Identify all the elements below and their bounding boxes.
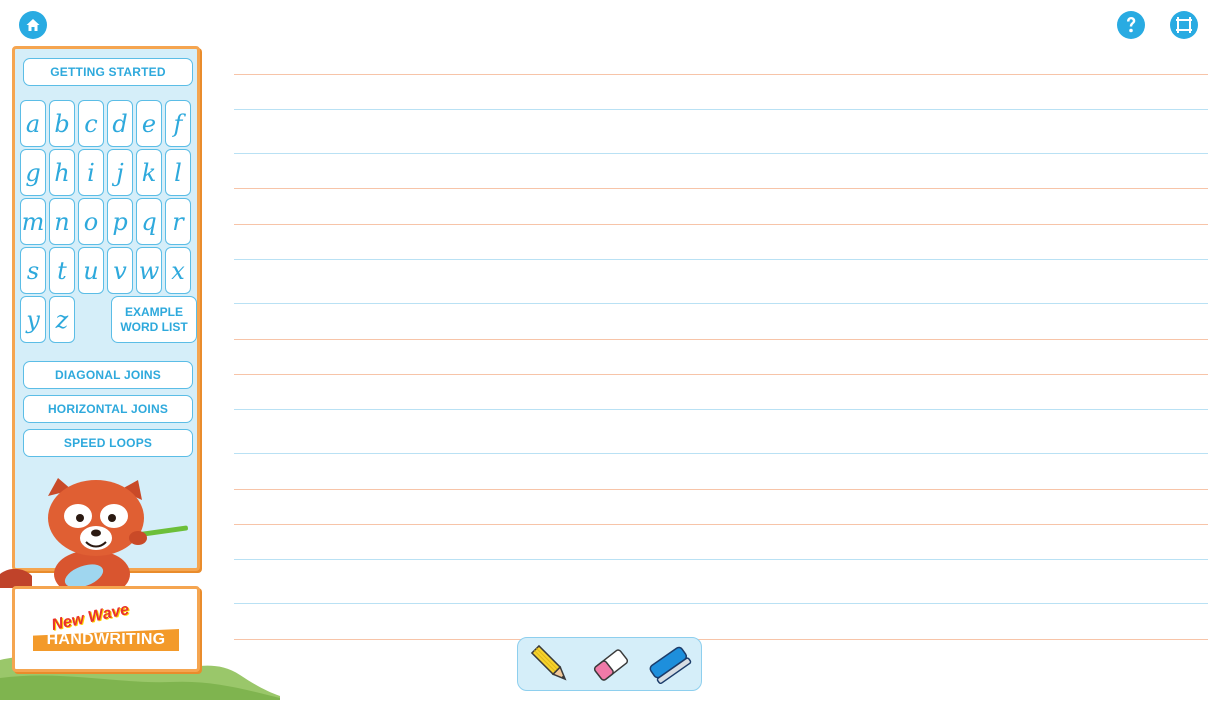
letter-o-button[interactable]: o [78, 198, 104, 245]
pencil-icon [530, 644, 567, 681]
logo-new-wave-text: New Wave [49, 600, 131, 635]
guide-line [234, 409, 1208, 410]
pencil-tool-button[interactable] [527, 641, 575, 689]
guide-line [234, 524, 1208, 525]
letter-y-button[interactable]: y [20, 296, 46, 343]
diagonal-joins-button[interactable]: DIAGONAL JOINS [23, 361, 193, 389]
guide-line [234, 224, 1208, 225]
letter-f-button[interactable]: f [165, 100, 191, 147]
eraser-tool-button[interactable] [587, 641, 635, 689]
letter-t-button[interactable]: t [49, 247, 75, 294]
guide-line [234, 639, 1208, 640]
letter-j-button[interactable]: j [107, 149, 133, 196]
guide-line [234, 559, 1208, 560]
board-eraser-icon [649, 646, 692, 685]
guide-line [234, 153, 1208, 154]
letter-p-button[interactable]: p [107, 198, 133, 245]
guide-line [234, 603, 1208, 604]
letter-g-button[interactable]: g [20, 149, 46, 196]
guide-line [234, 188, 1208, 189]
letter-q-button[interactable]: q [136, 198, 162, 245]
letter-s-button[interactable]: s [20, 247, 46, 294]
letter-i-button[interactable]: i [78, 149, 104, 196]
example-word-list-button[interactable]: EXAMPLE WORD LIST [111, 296, 197, 343]
example-word-list-line2: WORD LIST [120, 319, 188, 334]
guide-line [234, 303, 1208, 304]
letter-r-button[interactable]: r [165, 198, 191, 245]
fullscreen-button[interactable] [1170, 11, 1198, 39]
letter-w-button[interactable]: w [136, 247, 162, 294]
letter-h-button[interactable]: h [49, 149, 75, 196]
home-icon [25, 17, 41, 33]
example-word-list-line1: EXAMPLE [124, 304, 183, 319]
guide-line [234, 339, 1208, 340]
guide-line [234, 259, 1208, 260]
letter-k-button[interactable]: k [136, 149, 162, 196]
clear-board-tool-button[interactable] [646, 641, 694, 689]
help-icon [1123, 16, 1139, 34]
guide-line [234, 109, 1208, 110]
speed-loops-button[interactable]: SPEED LOOPS [23, 429, 193, 457]
getting-started-button[interactable]: GETTING STARTED [23, 58, 193, 86]
horizontal-joins-button[interactable]: HORIZONTAL JOINS [23, 395, 193, 423]
fullscreen-icon [1175, 16, 1193, 34]
writing-area[interactable] [234, 60, 1208, 650]
letter-l-button[interactable]: l [165, 149, 191, 196]
red-panda-mascot [0, 478, 188, 588]
letter-m-button[interactable]: m [20, 198, 46, 245]
letter-x-button[interactable]: x [165, 247, 191, 294]
letter-n-button[interactable]: n [49, 198, 75, 245]
letter-z-button[interactable]: z [49, 296, 75, 343]
guide-line [234, 489, 1208, 490]
letter-v-button[interactable]: v [107, 247, 133, 294]
letter-e-button[interactable]: e [136, 100, 162, 147]
new-wave-handwriting-logo: New Wave HANDWRITING [33, 601, 179, 655]
letter-d-button[interactable]: d [107, 100, 133, 147]
letter-b-button[interactable]: b [49, 100, 75, 147]
guide-line [234, 74, 1208, 75]
guide-line [234, 453, 1208, 454]
home-button[interactable] [19, 11, 47, 39]
letter-a-button[interactable]: a [20, 100, 46, 147]
logo-card: New Wave HANDWRITING [12, 586, 200, 672]
letter-u-button[interactable]: u [78, 247, 104, 294]
drawing-toolbar [517, 637, 702, 691]
guide-line [234, 374, 1208, 375]
letter-grid: a b c d e f g h i j k l m n o p q r s t … [20, 100, 200, 350]
help-button[interactable] [1117, 11, 1145, 39]
eraser-icon [593, 649, 629, 681]
logo-handwriting-text: HANDWRITING [46, 631, 166, 648]
letter-c-button[interactable]: c [78, 100, 104, 147]
